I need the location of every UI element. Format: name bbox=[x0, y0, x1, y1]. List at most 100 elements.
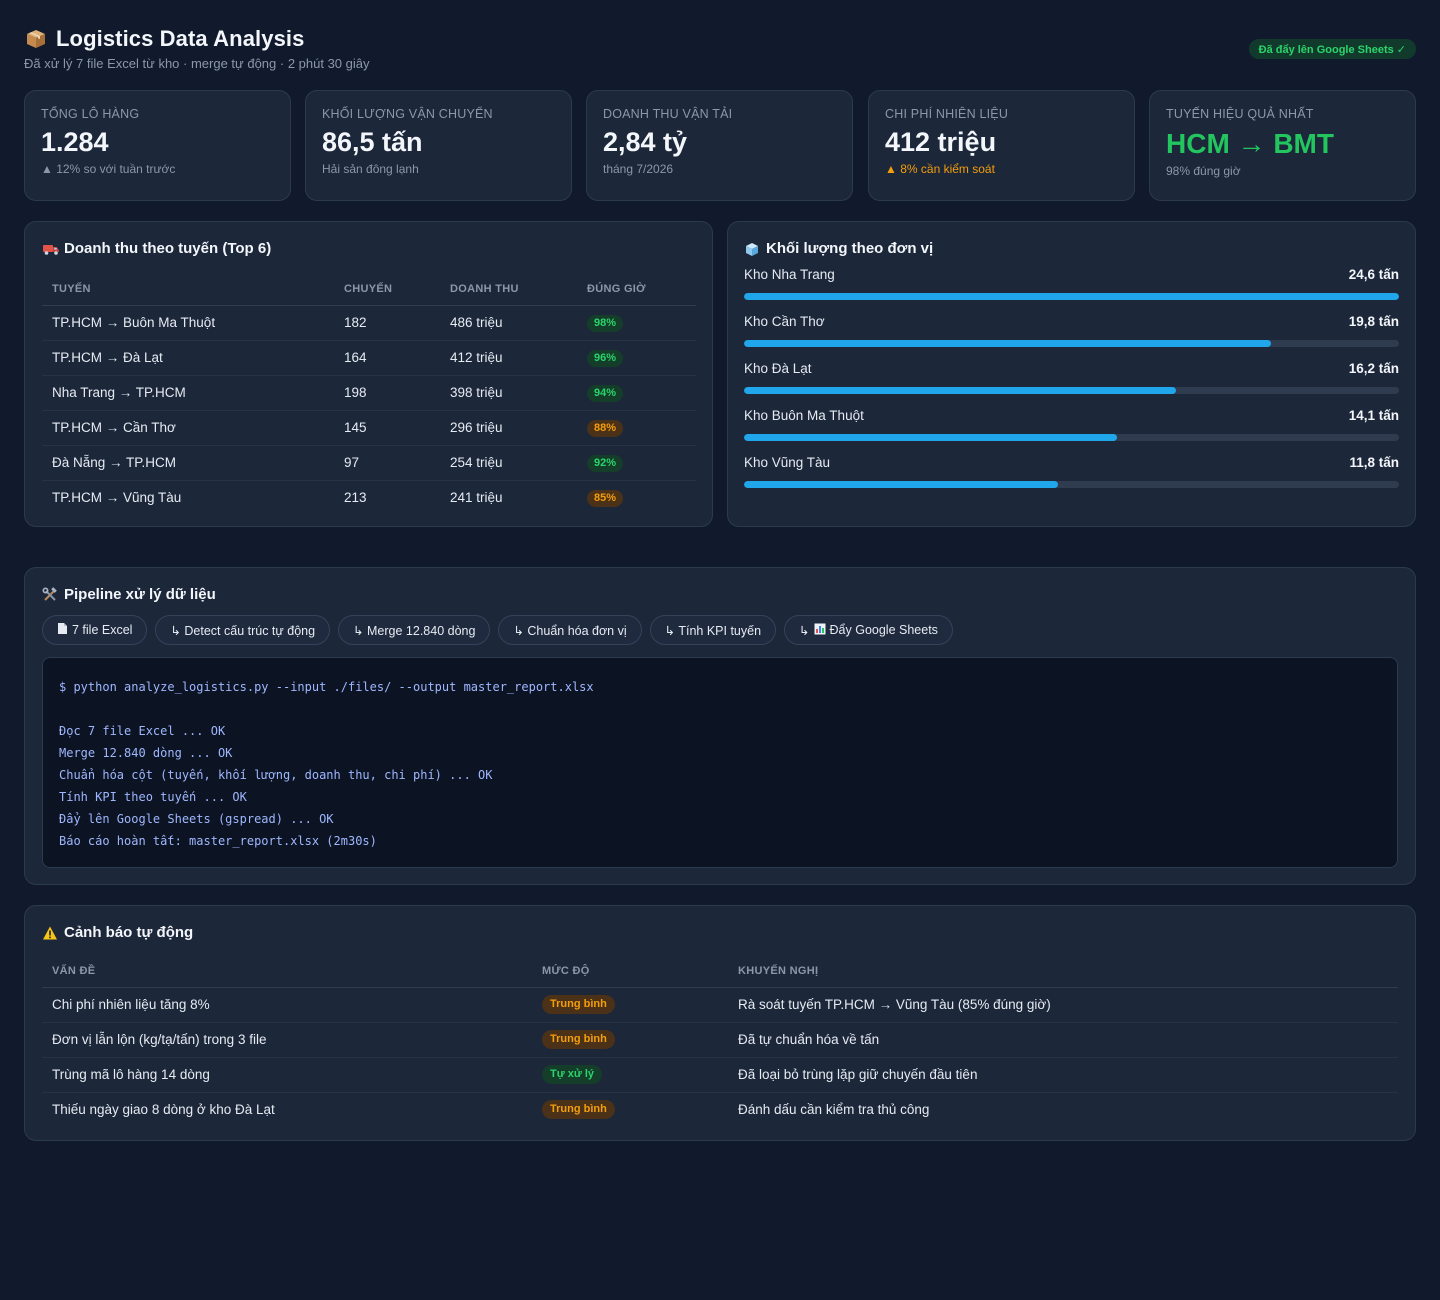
volume-bar-row: Kho Buôn Ma Thuột 14,1 tấn bbox=[744, 408, 1399, 441]
kpi-card-fuel-cost: Chi phí nhiên liệu 412 triệu ▲ 8% cần ki… bbox=[868, 90, 1135, 201]
advice-cell: Đã loại bỏ trùng lặp giữ chuyến đầu tiên bbox=[728, 1057, 1398, 1093]
revenue-cell: 398 triệu bbox=[440, 375, 577, 411]
kpi-note: tháng 7/2026 bbox=[603, 162, 674, 176]
pipeline-card: Pipeline xử lý dữ liệu 7 file Excel ↳ De… bbox=[24, 567, 1416, 885]
document-icon bbox=[57, 622, 68, 638]
truck-icon bbox=[42, 241, 59, 257]
trips-cell: 182 bbox=[334, 305, 440, 341]
col-route: Tuyến bbox=[42, 273, 334, 306]
warehouse-volume: 24,6 tấn bbox=[1348, 267, 1399, 282]
routes-section-title: Doanh thu theo tuyến (Top 6) bbox=[42, 240, 696, 257]
alerts-title-text: Cảnh báo tự động bbox=[64, 924, 194, 941]
warehouse-volume: 11,8 tấn bbox=[1349, 455, 1399, 470]
table-row: Chi phí nhiên liệu tăng 8% Trung bình Rà… bbox=[42, 987, 1398, 1023]
route-cell: TP.HCM → Cần Thơ bbox=[42, 410, 334, 446]
kpi-value: 1.284 bbox=[41, 127, 109, 157]
col-level: Mức độ bbox=[532, 955, 728, 988]
col-revenue: Doanh thu bbox=[440, 273, 577, 306]
routes-revenue-card: Doanh thu theo tuyến (Top 6) Tuyến Chuyế… bbox=[24, 221, 713, 527]
pipeline-step-label: ↳ Merge 12.840 dòng bbox=[353, 623, 476, 638]
route-cell: TP.HCM → Buôn Ma Thuột bbox=[42, 305, 334, 341]
table-row: TP.HCM → Cần Thơ 145 296 triệu 88% bbox=[42, 410, 696, 446]
pipeline-title-text: Pipeline xử lý dữ liệu bbox=[64, 586, 216, 603]
pipeline-step-label: ↳ Detect cấu trúc tự động bbox=[170, 623, 316, 638]
kpi-card-total-shipments: Tổng lô hàng 1.284 ▲ 12% so với tuần trư… bbox=[24, 90, 291, 201]
volume-bar-track bbox=[744, 293, 1399, 300]
issue-cell: Thiếu ngày giao 8 dòng ở kho Đà Lạt bbox=[52, 1102, 275, 1118]
pipeline-step-push-sheets: ↳ Đẩy Google Sheets bbox=[784, 615, 953, 645]
revenue-cell: 254 triệu bbox=[440, 445, 577, 481]
kpi-card-best-route: Tuyến hiệu quả nhất HCM → BMT 98% đúng g… bbox=[1149, 90, 1416, 201]
pipeline-section-title: Pipeline xử lý dữ liệu bbox=[42, 586, 1398, 603]
table-row: TP.HCM → Buôn Ma Thuột 182 486 triệu 98% bbox=[42, 305, 696, 341]
alerts-table-header: Vấn đề Mức độ Khuyến nghị bbox=[42, 955, 1398, 988]
alerts-section-title: Cảnh báo tự động bbox=[42, 924, 1398, 941]
kpi-note: ▲ 8% cần kiểm soát bbox=[885, 162, 995, 176]
volume-bar-fill bbox=[744, 340, 1272, 347]
kpi-value: 86,5 tấn bbox=[322, 127, 423, 157]
table-row: Đà Nẵng → TP.HCM 97 254 triệu 92% bbox=[42, 445, 696, 481]
col-advice: Khuyến nghị bbox=[728, 955, 1398, 988]
routes-table: Tuyến Chuyến Doanh thu Đúng giờ TP.HCM →… bbox=[42, 273, 696, 515]
volume-bar-fill bbox=[744, 481, 1058, 488]
pipeline-step-kpi: ↳ Tính KPI tuyến bbox=[649, 615, 777, 645]
route-cell: Đà Nẵng → TP.HCM bbox=[42, 445, 334, 481]
pipeline-step-label: Đẩy Google Sheets bbox=[829, 623, 938, 637]
pipeline-step-normalize: ↳ Chuẩn hóa đơn vị bbox=[498, 615, 642, 645]
chart-icon bbox=[814, 623, 826, 638]
advice-cell: Đánh dấu cần kiểm tra thủ công bbox=[738, 1102, 930, 1118]
sync-status-badge: Đã đẩy lên Google Sheets ✓ bbox=[1248, 39, 1416, 59]
volume-bar-track bbox=[744, 340, 1399, 347]
volume-bar-list: Kho Nha Trang 24,6 tấn Kho Cần Thơ 19,8 tấ… bbox=[744, 267, 1399, 488]
table-row: Thiếu ngày giao 8 dòng ở kho Đà Lạt Trun… bbox=[42, 1092, 1398, 1127]
pipeline-step-merge: ↳ Merge 12.840 dòng bbox=[338, 615, 491, 645]
col-issue: Vấn đề bbox=[42, 955, 532, 988]
trips-cell: 213 bbox=[344, 490, 367, 506]
warning-icon bbox=[42, 925, 58, 941]
pipeline-step-label: ↳ Tính KPI tuyến bbox=[664, 623, 762, 638]
alerts-table: Vấn đề Mức độ Khuyến nghị Chi phí nhiên … bbox=[42, 955, 1398, 1127]
warehouse-name: Kho Vũng Tàu bbox=[744, 455, 831, 470]
page-header: Logistics Data Analysis Đã xử lý 7 file … bbox=[24, 26, 1416, 76]
ontime-badge: 94% bbox=[587, 384, 624, 402]
routes-table-header: Tuyến Chuyến Doanh thu Đúng giờ bbox=[42, 273, 696, 306]
warehouse-volume: 16,2 tấn bbox=[1348, 361, 1399, 376]
terminal-line: Chuẩn hóa cột (tuyến, khối lượng, doanh … bbox=[59, 768, 493, 782]
terminal-output: $ python analyze_logistics.py --input ./… bbox=[42, 657, 1398, 868]
advice-cell: Đã tự chuẩn hóa về tấn bbox=[728, 1022, 1398, 1058]
warehouse-name: Kho Đà Lạt bbox=[744, 361, 812, 376]
volume-section-title: Khối lượng theo đơn vị bbox=[744, 240, 1399, 257]
table-row: TP.HCM → Vũng Tàu 213 241 triệu 85% bbox=[42, 480, 696, 515]
table-row: Đơn vị lẫn lộn (kg/tạ/tấn) trong 3 file … bbox=[42, 1022, 1398, 1058]
kpi-card-revenue: Doanh thu vận tải 2,84 tỷ tháng 7/2026 bbox=[586, 90, 853, 201]
page-title: Logistics Data Analysis bbox=[24, 26, 1416, 52]
table-row: TP.HCM → Đà Lạt 164 412 triệu 96% bbox=[42, 340, 696, 376]
pipeline-step-arrow: ↳ bbox=[799, 623, 810, 638]
warehouse-volume: 14,1 tấn bbox=[1348, 408, 1399, 423]
page-title-text: Logistics Data Analysis bbox=[56, 26, 305, 51]
tools-icon bbox=[42, 586, 58, 603]
kpi-value: 412 triệu bbox=[885, 127, 997, 157]
page-subtitle: Đã xử lý 7 file Excel từ kho · merge tự … bbox=[24, 56, 370, 71]
trips-cell: 145 bbox=[334, 410, 440, 446]
route-cell: TP.HCM → Vũng Tàu bbox=[52, 490, 182, 506]
ice-cube-icon bbox=[744, 241, 760, 257]
package-icon bbox=[24, 27, 48, 51]
volume-bar-fill bbox=[744, 434, 1117, 441]
severity-badge: Trung bình bbox=[542, 995, 615, 1014]
col-trips: Chuyến bbox=[334, 273, 440, 306]
revenue-cell: 296 triệu bbox=[440, 410, 577, 446]
route-cell: Nha Trang → TP.HCM bbox=[42, 375, 334, 411]
kpi-note: Hải sản đông lạnh bbox=[322, 162, 419, 176]
trips-cell: 198 bbox=[334, 375, 440, 411]
routes-title-text: Doanh thu theo tuyến (Top 6) bbox=[64, 240, 272, 257]
volume-bar-row: Kho Vũng Tàu 11,8 tấn bbox=[744, 455, 1399, 488]
volume-card: Khối lượng theo đơn vị Kho Nha Trang 24,6… bbox=[727, 221, 1416, 527]
terminal-line: $ python analyze_logistics.py --input ./… bbox=[59, 680, 594, 694]
warehouse-name: Kho Nha Trang bbox=[744, 267, 835, 282]
warehouse-volume: 19,8 tấn bbox=[1348, 314, 1399, 329]
ontime-badge: 98% bbox=[587, 314, 624, 332]
trips-cell: 97 bbox=[334, 445, 440, 481]
kpi-note: ▲ 12% so với tuần trước bbox=[41, 162, 176, 176]
volume-bar-fill bbox=[744, 387, 1176, 394]
